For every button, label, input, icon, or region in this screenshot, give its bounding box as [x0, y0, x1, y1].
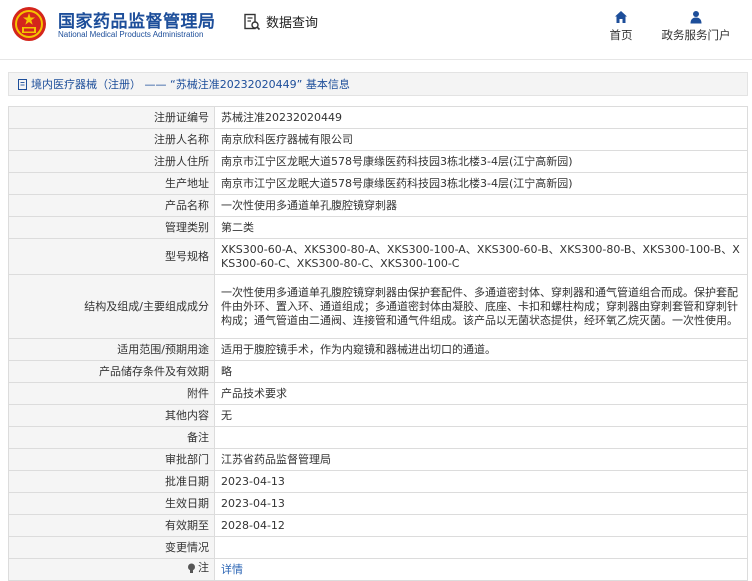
row-label: 注册证编号 [8, 106, 215, 129]
row-label: 适用范围/预期用途 [8, 338, 215, 361]
row-label: 备注 [8, 426, 215, 449]
row-label: 型号规格 [8, 238, 215, 275]
table-row: 变更情况 [8, 536, 748, 559]
row-value: 苏械注准20232020449 [214, 106, 748, 129]
breadcrumb: 境内医疗器械（注册） —— “苏械注准20232020449” 基本信息 [8, 72, 748, 96]
row-value: 南京欣科医疗器械有限公司 [214, 128, 748, 151]
row-value: 2028-04-12 [214, 514, 748, 537]
nav-home-label: 首页 [609, 28, 633, 42]
table-row: 有效期至 2028-04-12 [8, 514, 748, 537]
row-label: 附件 [8, 382, 215, 405]
row-label: 产品储存条件及有效期 [8, 360, 215, 383]
nav-home[interactable]: 首页 [604, 10, 638, 43]
lightbulb-icon [188, 563, 195, 573]
table-row: 附件 产品技术要求 [8, 382, 748, 405]
table-row: 注册人住所 南京市江宁区龙眠大道578号康缘医药科技园3栋北楼3-4层(江宁高新园… [8, 150, 748, 173]
data-query-label: 数据查询 [266, 16, 319, 31]
person-icon [690, 11, 702, 24]
row-value [214, 536, 748, 559]
table-row: 结构及组成/主要组成成分 一次性使用多通道单孔腹腔镜穿刺器由保护套配件、多通道密封… [8, 274, 748, 339]
breadcrumb-text: 境内医疗器械（注册） —— “苏械注准20232020449” 基本信息 [31, 78, 350, 91]
document-icon [18, 78, 27, 90]
row-value: 无 [214, 404, 748, 427]
nav-gov-service-label: 政务服务门户 [661, 28, 731, 42]
row-label: 管理类别 [8, 216, 215, 239]
row-label: 生产地址 [8, 172, 215, 195]
note-label: 注 [198, 561, 209, 575]
device-info-table: 注册证编号 苏械注准20232020449 注册人名称 南京欣科医疗器械有限公司 注… [8, 106, 748, 581]
row-label: 产品名称 [8, 194, 215, 217]
row-label: 注册人住所 [8, 150, 215, 173]
table-row: 批准日期 2023-04-13 [8, 470, 748, 493]
table-row: 管理类别 第二类 [8, 216, 748, 239]
table-row: 生产地址 南京市江宁区龙眠大道578号康缘医药科技园3栋北楼3-4层(江宁高新园) [8, 172, 748, 195]
row-value: 江苏省药品监督管理局 [214, 448, 748, 471]
site-header: 国家药品监督管理局 National Medical Products Admi… [0, 0, 752, 60]
row-label: 结构及组成/主要组成成分 [8, 274, 215, 339]
row-label: 注册人名称 [8, 128, 215, 151]
row-label: 批准日期 [8, 470, 215, 493]
row-value: 一次性使用多通道单孔腹腔镜穿刺器由保护套配件、多通道密封体、穿刺器和通气管道组合… [214, 274, 748, 339]
row-value: 适用于腹腔镜手术，作为内窥镜和器械进出切口的通道。 [214, 338, 748, 361]
row-value [214, 426, 748, 449]
row-value: 南京市江宁区龙眠大道578号康缘医药科技园3栋北楼3-4层(江宁高新园) [214, 150, 748, 173]
row-value: 2023-04-13 [214, 470, 748, 493]
site-subtitle: National Medical Products Administration [58, 30, 204, 39]
home-icon [615, 11, 627, 23]
row-value: XKS300-60-A、XKS300-80-A、XKS300-100-A、XKS… [214, 238, 748, 275]
site-title: 国家药品监督管理局 [58, 12, 216, 32]
table-row: 产品储存条件及有效期略 [8, 360, 748, 383]
table-row: 注册证编号 苏械注准20232020449 [8, 106, 748, 129]
table-row: 产品名称 一次性使用多通道单孔腹腔镜穿刺器 [8, 194, 748, 217]
table-row: 注册人名称 南京欣科医疗器械有限公司 [8, 128, 748, 151]
row-label: 有效期至 [8, 514, 215, 537]
row-value: 南京市江宁区龙眠大道578号康缘医药科技园3栋北楼3-4层(江宁高新园) [214, 172, 748, 195]
row-value: 2023-04-13 [214, 492, 748, 515]
table-row: 型号规格 XKS300-60-A、XKS300-80-A、XKS300-100-A… [8, 238, 748, 275]
table-row: 适用范围/预期用途 适用于腹腔镜手术，作为内窥镜和器械进出切口的通道。 [8, 338, 748, 361]
table-row: 备注 [8, 426, 748, 449]
row-label: 变更情况 [8, 536, 215, 559]
row-value: 一次性使用多通道单孔腹腔镜穿刺器 [214, 194, 748, 217]
table-row: 审批部门 江苏省药品监督管理局 [8, 448, 748, 471]
row-value: 略 [214, 360, 748, 383]
row-label: 审批部门 [8, 448, 215, 471]
document-search-icon [244, 13, 261, 30]
row-value: 第二类 [214, 216, 748, 239]
row-label: 生效日期 [8, 492, 215, 515]
row-label: 其他内容 [8, 404, 215, 427]
table-row: 其他内容无 [8, 404, 748, 427]
nav-gov-service[interactable]: 政务服务门户 [656, 10, 736, 43]
table-row: 生效日期 2023-04-13 [8, 492, 748, 515]
national-emblem-icon [12, 7, 46, 41]
data-query-link[interactable]: 数据查询 [243, 12, 318, 31]
row-value: 产品技术要求 [214, 382, 748, 405]
